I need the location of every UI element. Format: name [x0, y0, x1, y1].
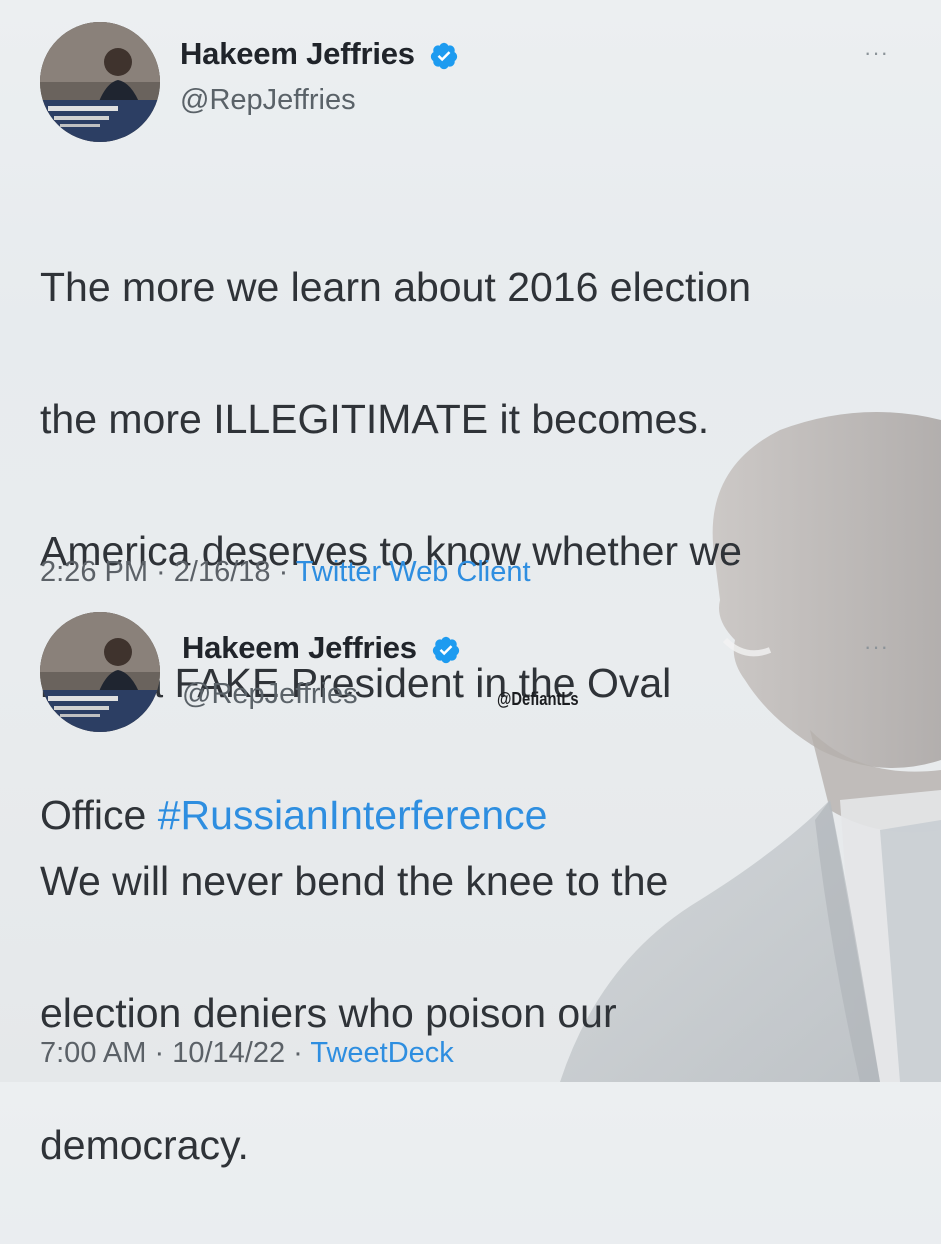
tweet-text-line: We will never bend the knee to the	[40, 858, 669, 904]
tweet-meta: 2:26 PM · 2/16/18 · Twitter Web Client	[40, 556, 531, 589]
screenshot-canvas: Hakeem Jeffries @RepJeffries ··· The mor…	[0, 0, 941, 1168]
tweet-meta: 7:00 AM · 10/14/22 · TweetDeck	[40, 1037, 454, 1070]
tweet-text-line: the more ILLEGITIMATE it becomes.	[40, 396, 710, 442]
tweet-text-line: The more we learn about 2016 election	[40, 264, 752, 310]
avatar[interactable]	[40, 22, 160, 142]
meta-separator: ·	[148, 556, 174, 588]
tweet-source-link[interactable]: Twitter Web Client	[296, 556, 531, 588]
avatar-photo-icon	[40, 612, 160, 732]
tweet-date[interactable]: 2/16/18	[174, 556, 271, 588]
tweet-time[interactable]: 7:00 AM	[40, 1037, 146, 1069]
verified-badge-icon	[431, 42, 458, 69]
display-name-text: Hakeem Jeffries	[180, 36, 415, 71]
meta-separator: ·	[270, 556, 296, 588]
tweet-text-line: have a FAKE President in the Oval	[40, 660, 672, 706]
tweet-source-link[interactable]: TweetDeck	[310, 1037, 453, 1069]
display-name[interactable]: Hakeem Jeffries	[182, 630, 461, 666]
verified-badge-icon	[433, 636, 460, 663]
tweet-text-line: democracy.	[40, 1122, 249, 1168]
meta-separator: ·	[285, 1037, 311, 1069]
handle[interactable]: @RepJeffries	[180, 84, 356, 117]
watermark: @DefiantLs	[497, 689, 579, 709]
more-options-icon[interactable]: ···	[864, 634, 889, 660]
display-name-text: Hakeem Jeffries	[182, 630, 417, 665]
display-name[interactable]: Hakeem Jeffries	[180, 36, 459, 72]
tweet-text: We will never bend the knee to the elect…	[40, 782, 920, 1244]
tweet-date[interactable]: 10/14/22	[172, 1037, 285, 1069]
avatar-photo-icon	[40, 22, 160, 142]
avatar[interactable]	[40, 612, 160, 732]
meta-separator: ·	[146, 1037, 173, 1069]
more-options-icon[interactable]: ···	[864, 40, 889, 66]
tweet-time[interactable]: 2:26 PM	[40, 556, 148, 588]
handle[interactable]: @RepJeffries	[182, 678, 358, 711]
